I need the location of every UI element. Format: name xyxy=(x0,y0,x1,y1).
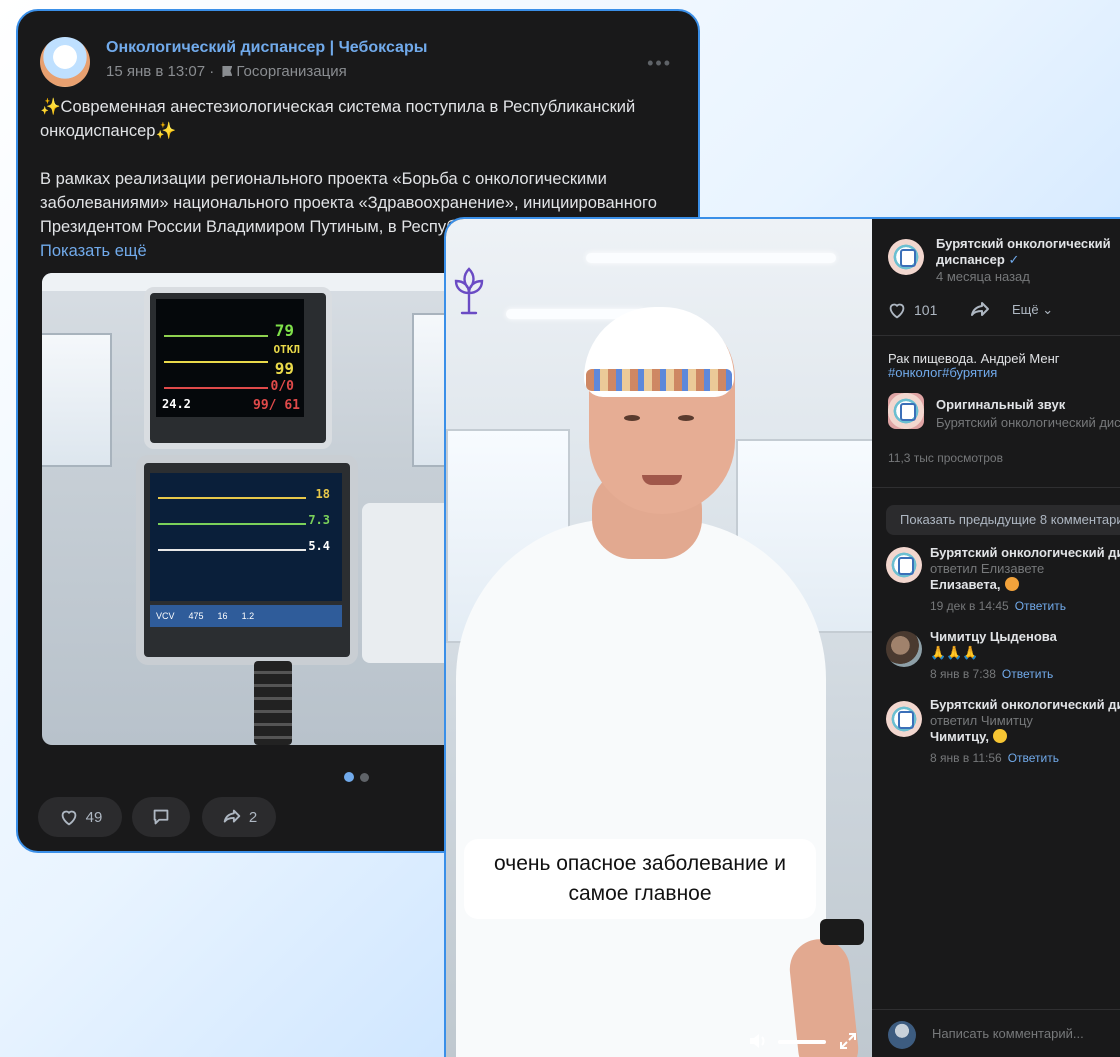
comment-composer: Написать комментарий... xyxy=(872,1011,1120,1057)
clip-hashtags[interactable]: #онколог#бурятия xyxy=(888,365,997,381)
comment-author[interactable]: Бурятский онкологический диспансер xyxy=(930,545,1120,561)
org-type-label: Госорганизация xyxy=(236,63,347,80)
fullscreen-icon[interactable] xyxy=(838,1031,858,1051)
person-figure xyxy=(456,519,826,1057)
clip-viewer: очень опасное заболевание и самое главно… xyxy=(444,217,1120,1057)
comment-avatar[interactable] xyxy=(886,547,922,583)
sparkles-icon: ✨ xyxy=(155,122,176,140)
verified-icon: ✓ xyxy=(1008,252,1020,267)
share-icon xyxy=(223,809,241,823)
channel-name[interactable]: Бурятский онкологический диспансер ✓ xyxy=(936,236,1120,268)
comment-icon xyxy=(153,809,169,825)
share-button[interactable]: 2 xyxy=(202,797,276,837)
more-menu-button[interactable]: Ещё ⌄ xyxy=(1012,302,1053,318)
clip-like-button[interactable]: 101 xyxy=(886,299,937,321)
clip-sidebar: Бурятский онкологический диспансер ✓ 4 м… xyxy=(872,219,1120,1057)
clinic-logo-icon xyxy=(454,267,484,315)
comment-time: 8 янв в 7:38 Ответить xyxy=(930,667,1054,681)
user-avatar xyxy=(888,1021,916,1049)
window-decoration xyxy=(42,333,112,467)
channel-avatar[interactable] xyxy=(888,239,924,275)
author-avatar[interactable] xyxy=(40,37,90,87)
post-meta: 15 янв в 13:07 · Госорганизация xyxy=(106,63,347,80)
post-author-link[interactable]: Онкологический диспансер | Чебоксары xyxy=(106,39,427,57)
emoji-icon xyxy=(992,729,1007,743)
volume-icon[interactable] xyxy=(748,1031,770,1051)
video-caption: очень опасное заболевание и самое главно… xyxy=(464,839,816,919)
show-more-link[interactable]: Показать ещё xyxy=(40,242,147,260)
comment-time: 8 янв в 11:56 Ответить xyxy=(930,751,1059,765)
clip-age: 4 месяца назад xyxy=(936,269,1030,284)
reply-link[interactable]: Ответить xyxy=(1015,599,1066,613)
comment-text: Чимитцу, xyxy=(930,729,1007,745)
share-icon[interactable] xyxy=(968,298,992,322)
comment-button[interactable] xyxy=(132,797,190,837)
reply-link[interactable]: Ответить xyxy=(1008,751,1059,765)
sparkles-icon: ✨ xyxy=(40,98,61,116)
sound-author[interactable]: Бурятский онкологический диспансер xyxy=(936,415,1120,430)
heart-icon xyxy=(889,303,905,319)
heart-icon xyxy=(61,810,76,826)
post-header: Онкологический диспансер | Чебоксары 15 … xyxy=(40,33,676,87)
chevron-down-icon: ⌄ xyxy=(1042,302,1054,317)
patient-monitor: 79 ОТКЛ 99 0/0 24.2 99/ 61 xyxy=(144,287,332,449)
pager-dot-active[interactable] xyxy=(344,772,354,782)
flag-icon xyxy=(222,66,233,77)
emoji-icon xyxy=(1004,577,1019,591)
like-button[interactable]: 49 xyxy=(38,797,122,837)
comment-avatar[interactable] xyxy=(886,631,922,667)
photo-pager[interactable] xyxy=(344,769,375,787)
comment-reply-to: ответил Чимитцу xyxy=(930,713,1033,728)
like-count: 49 xyxy=(85,808,103,826)
comment-time: 19 дек в 14:45 Ответить xyxy=(930,599,1066,613)
video-player[interactable]: очень опасное заболевание и самое главно… xyxy=(446,219,872,1057)
anesthesia-monitor: 18 7.3 5.4 VCV 475 16 1.2 xyxy=(136,455,358,665)
show-previous-comments-button[interactable]: Показать предыдущие 8 комментариев xyxy=(886,505,1120,535)
video-controls xyxy=(748,1029,868,1053)
post-photo[interactable]: 79 ОТКЛ 99 0/0 24.2 99/ 61 18 7.3 5.4 VC… xyxy=(42,273,462,745)
comment-avatar[interactable] xyxy=(886,701,922,737)
sound-title[interactable]: Оригинальный звук xyxy=(936,397,1065,413)
reply-link[interactable]: Ответить xyxy=(1002,667,1053,681)
comment-text: Елизавета, xyxy=(930,577,1019,593)
bellows-canister xyxy=(254,661,292,745)
comment-author[interactable]: Чимитцу Цыденова xyxy=(930,629,1057,645)
comment-reply-to: ответил Елизавете xyxy=(930,561,1045,576)
wristwatch xyxy=(820,919,864,945)
comment-input[interactable]: Написать комментарий... xyxy=(932,1026,1084,1041)
post-paragraph-1: ✨Современная анестезиологическая система… xyxy=(40,98,636,140)
comment-author[interactable]: Бурятский онкологический диспансер xyxy=(930,697,1120,713)
comment-text: 🙏🙏🙏 xyxy=(930,645,979,660)
clip-like-count: 101 xyxy=(914,302,938,318)
share-count: 2 xyxy=(248,808,258,826)
post-date[interactable]: 15 янв в 13:07 xyxy=(106,63,205,80)
sound-cover[interactable] xyxy=(888,393,924,429)
pager-dot[interactable] xyxy=(360,773,369,782)
view-count: 11,3 тыс просмотров xyxy=(888,451,1003,465)
more-options-icon[interactable]: ••• xyxy=(647,53,672,74)
volume-slider[interactable] xyxy=(778,1040,826,1044)
